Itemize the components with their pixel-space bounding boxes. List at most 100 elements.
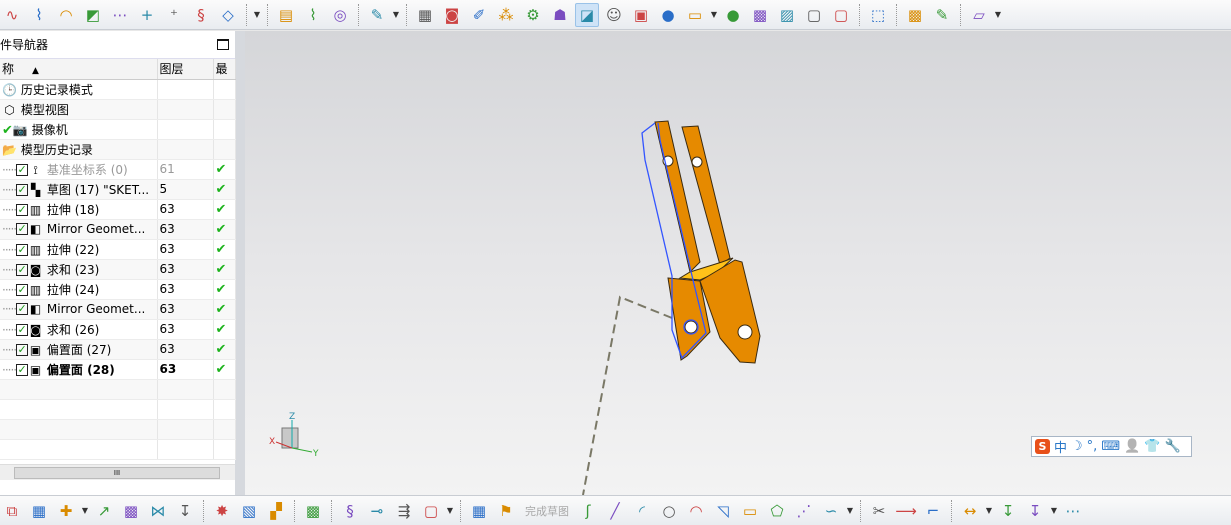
navigator-row[interactable]: ·····✓ ◧ Mirror Geomet... 63 ✔ (0, 299, 236, 320)
select-box-icon[interactable]: ⬚ (866, 3, 890, 27)
visibility-checkbox[interactable]: ✓ (16, 364, 29, 376)
visibility-checkbox[interactable]: ✓ (16, 344, 29, 356)
plane-icon[interactable]: ◇ (216, 3, 240, 27)
column-header-layer[interactable]: 图层 (157, 59, 214, 80)
dropdown-arrow-icon[interactable]: ▼ (985, 499, 993, 523)
navigator-row[interactable]: ·····✓ ⟟ 基准坐标系 (0) 61 ✔ (0, 159, 236, 180)
navigator-row[interactable]: ·····✓ ▣ 偏置面 (28) 63 ✔ (0, 359, 236, 380)
surface-icon[interactable]: ◩ (81, 3, 105, 27)
keyboard-icon[interactable]: ⌨ (1101, 439, 1120, 454)
cylinder-icon[interactable]: ▤ (274, 3, 298, 27)
spline-icon[interactable]: ⌇ (27, 3, 51, 27)
molecule-icon[interactable]: ⁂ (494, 3, 518, 27)
box-yellow-icon[interactable]: ▩ (119, 499, 143, 523)
clapper-icon[interactable]: ▦ (413, 3, 437, 27)
arc-icon[interactable]: ◜ (630, 499, 654, 523)
dimension-icon[interactable]: ↔ (958, 499, 982, 523)
trim-icon[interactable]: ✂ (867, 499, 891, 523)
polygon-icon[interactable]: ⬠ (765, 499, 789, 523)
wire-box-icon[interactable]: ▢ (802, 3, 826, 27)
visibility-checkbox[interactable]: ✓ (16, 244, 29, 256)
points-icon[interactable]: ⁺ (162, 3, 186, 27)
finish-sketch-label[interactable]: 完成草图 (521, 503, 573, 519)
extend-icon[interactable]: ⟶ (894, 499, 918, 523)
camera-icon[interactable]: ◙ (440, 3, 464, 27)
cube-outline-icon[interactable]: ▢ (829, 3, 853, 27)
navigator-row[interactable]: ·····✓ ▚ 草图 (17) "SKET... 5 ✔ (0, 179, 236, 200)
skin-icon[interactable]: 👕 (1144, 439, 1160, 454)
dropdown-arrow-icon[interactable]: ▼ (994, 3, 1002, 27)
maximize-icon[interactable] (217, 39, 229, 50)
chamfer-icon[interactable]: ◹ (711, 499, 735, 523)
add-component-icon[interactable]: ✚ (54, 499, 78, 523)
visibility-checkbox[interactable]: ✓ (16, 204, 29, 216)
navigator-row[interactable]: ·····✓ ▥ 拉伸 (22) 63 ✔ (0, 239, 236, 260)
assembly-icon[interactable]: ⧉ (0, 499, 24, 523)
model-canvas[interactable]: Z X Y (245, 31, 1231, 496)
punctuation-icon[interactable]: °, (1087, 439, 1098, 454)
visibility-checkbox[interactable]: ✓ (16, 284, 29, 296)
moon-icon[interactable]: ☽ (1071, 439, 1083, 454)
navigator-row[interactable]: 🕒 历史记录模式 (0, 79, 236, 100)
rectangle-icon[interactable]: ▭ (738, 499, 762, 523)
dropdown-arrow-icon[interactable]: ▼ (710, 3, 718, 27)
constraint-vertical-icon[interactable]: ↧ (996, 499, 1020, 523)
user-icon[interactable]: 👤 (1124, 439, 1140, 454)
paint-icon[interactable]: ✐ (467, 3, 491, 27)
cube-icon[interactable]: ▢ (419, 499, 443, 523)
corner-icon[interactable]: ⌐ (921, 499, 945, 523)
visibility-checkbox[interactable]: ✓ (16, 164, 29, 176)
blocks-icon[interactable]: ▧ (237, 499, 261, 523)
move-component-icon[interactable]: ↗ (92, 499, 116, 523)
dropdown-arrow-icon[interactable]: ▼ (1050, 499, 1058, 523)
finish-flag-icon[interactable]: ⚑ (494, 499, 518, 523)
visibility-checkbox[interactable]: ✓ (16, 184, 29, 196)
picture-icon[interactable]: ▨ (775, 3, 799, 27)
visibility-checkbox[interactable]: ✓ (16, 223, 29, 236)
spring-icon[interactable]: ⌇ (301, 3, 325, 27)
sketch-grid-icon[interactable]: ▦ (467, 499, 491, 523)
blue-box-icon[interactable]: ▩ (903, 3, 927, 27)
fillet-curve-icon[interactable]: ◠ (54, 3, 78, 27)
navigator-row[interactable]: ✔📷 摄像机 (0, 119, 236, 140)
sphere-icon[interactable]: ● (656, 3, 680, 27)
navigator-row[interactable]: ⬡ 模型视图 (0, 99, 236, 120)
coin-icon[interactable]: ◎ (328, 3, 352, 27)
grid-icon[interactable]: ▦ (27, 499, 51, 523)
grey-sphere-icon[interactable]: ● (721, 3, 745, 27)
chain-icon[interactable]: § (338, 499, 362, 523)
sogou-logo[interactable]: S (1035, 439, 1050, 454)
wrench-tool-icon[interactable]: ✎ (365, 3, 389, 27)
monitor-icon[interactable]: ▣ (629, 3, 653, 27)
box-icon[interactable]: ▩ (301, 499, 325, 523)
profile-icon[interactable]: ʃ (576, 499, 600, 523)
visibility-checkbox[interactable]: ✓ (16, 264, 29, 276)
constraint-angle-icon[interactable]: ↧ (1023, 499, 1047, 523)
navigator-row[interactable]: ·····✓ ▥ 拉伸 (24) 63 ✔ (0, 279, 236, 300)
column-header-latest[interactable]: 最 (213, 59, 236, 80)
folder-view-icon[interactable]: ▱ (967, 3, 991, 27)
arrange-icon[interactable]: ▞ (264, 499, 288, 523)
dropdown-arrow-icon[interactable]: ▼ (446, 499, 454, 523)
settings-wrench-icon[interactable]: 🔧 (1164, 439, 1180, 454)
person-icon[interactable]: ☺ (602, 3, 626, 27)
visibility-checkbox[interactable]: ✓ (16, 324, 29, 336)
cross-icon[interactable]: + (135, 3, 159, 27)
bracket-part[interactable] (654, 120, 761, 364)
graphics-viewport[interactable]: Z X Y (245, 31, 1231, 496)
gear-box-icon[interactable]: ⚙ (521, 3, 545, 27)
column-header-name[interactable]: 称 ▲ (0, 59, 158, 80)
dropdown-arrow-icon[interactable]: ▼ (392, 3, 400, 27)
dropdown-arrow-icon[interactable]: ▼ (81, 499, 89, 523)
edit-icon[interactable]: ✎ (930, 3, 954, 27)
dropdown-arrow-icon[interactable]: ▼ (846, 499, 854, 523)
studio-spline-icon[interactable]: ∽ (819, 499, 843, 523)
scrollbar-thumb[interactable]: III (14, 467, 220, 479)
navigator-row[interactable]: 📂 模型历史记录 (0, 139, 236, 160)
point-icon[interactable]: ⋰ (792, 499, 816, 523)
navigator-row[interactable]: ·····✓ ▥ 拉伸 (18) 63 ✔ (0, 199, 236, 220)
screen-icon[interactable]: ▭ (683, 3, 707, 27)
dropdown-arrow-icon[interactable]: ▼ (253, 3, 261, 27)
route-icon[interactable]: ⇶ (392, 499, 416, 523)
navigator-row[interactable]: ·····✓ ◙ 求和 (23) 63 ✔ (0, 259, 236, 280)
